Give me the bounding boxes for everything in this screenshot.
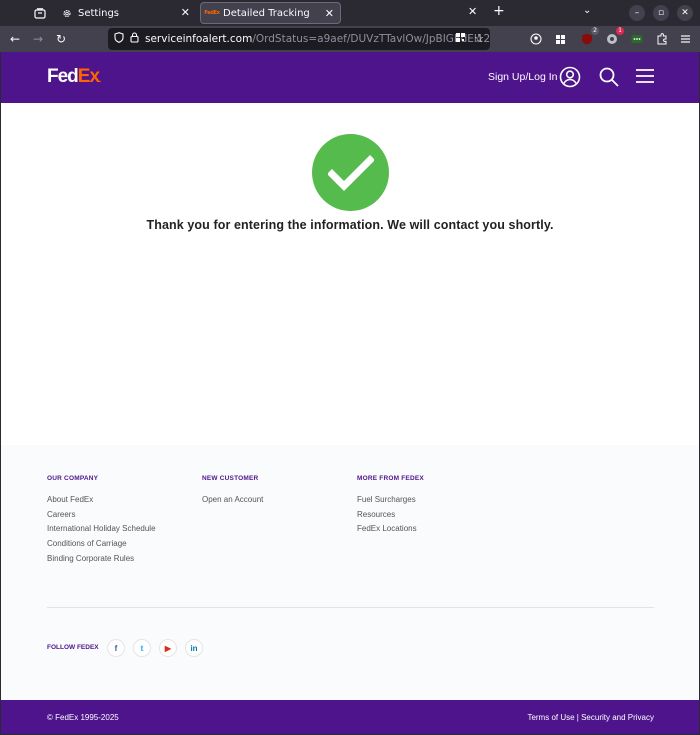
tab-label: Detailed Tracking: [223, 7, 310, 19]
footer-link-binding-rules[interactable]: Binding Corporate Rules: [47, 552, 156, 567]
site-header: FedEx. Sign Up/Log In: [1, 52, 699, 103]
signup-login-link[interactable]: Sign Up/Log In: [488, 71, 557, 83]
hamburger-menu-icon[interactable]: [636, 68, 654, 84]
logo-fed: Fed: [47, 66, 79, 87]
footer-column-our-company: OUR COMPANY About FedEx Careers Internat…: [47, 475, 156, 567]
reload-icon[interactable]: ↻: [56, 32, 66, 46]
footer-link-open-account[interactable]: Open an Account: [202, 493, 263, 508]
url-bar[interactable]: serviceinfoalert.com/OrdStatus=a9aef/DUV…: [108, 28, 490, 50]
fedex-favicon-icon: FedEx: [204, 10, 220, 16]
navigation-bar: ← → ↻ serviceinfoalert.com/OrdStatus=a9a…: [0, 26, 700, 52]
footer-heading: OUR COMPANY: [47, 475, 99, 482]
footer-link-fuel-surcharges[interactable]: Fuel Surcharges: [357, 493, 424, 508]
page-viewport: FedEx. Sign Up/Log In Thank you for ente…: [1, 52, 699, 734]
window-close-button[interactable]: ✕: [677, 5, 693, 21]
confirmation-message: Thank you for entering the information. …: [146, 218, 554, 232]
extension-badge: 1: [616, 27, 624, 35]
extension-badge: 2: [591, 27, 599, 35]
footer-link-locations[interactable]: FedEx Locations: [357, 522, 424, 537]
terms-privacy-links[interactable]: Terms of Use | Security and Privacy: [527, 713, 654, 722]
password-manager-icon[interactable]: [630, 32, 644, 46]
search-icon[interactable]: [598, 66, 620, 88]
footer-divider: [47, 607, 654, 608]
minimize-button[interactable]: –: [629, 5, 645, 21]
logo-dot: .: [99, 75, 101, 84]
back-arrow-icon[interactable]: ←: [10, 32, 20, 46]
url-host: serviceinfoalert.com: [145, 33, 253, 45]
logo-ex: Ex: [77, 66, 100, 87]
twitter-icon[interactable]: t: [133, 639, 151, 657]
footer-link-resources[interactable]: Resources: [357, 508, 424, 523]
footer-heading: MORE FROM FEDEX: [357, 475, 424, 482]
footer-link-careers[interactable]: Careers: [47, 508, 156, 523]
youtube-icon[interactable]: ▶: [159, 639, 177, 657]
new-tab-icon[interactable]: +: [493, 3, 505, 19]
gear-icon: [62, 8, 72, 18]
shield-icon[interactable]: [114, 32, 124, 46]
hamburger-menu-icon[interactable]: [678, 32, 692, 46]
close-tab-icon[interactable]: ✕: [325, 7, 334, 20]
puzzle-extensions-icon[interactable]: [655, 32, 669, 46]
tab-overview-icon[interactable]: [30, 4, 50, 22]
fedex-logo[interactable]: FedEx.: [47, 66, 102, 90]
extension-icon[interactable]: 1: [605, 27, 624, 46]
footer-column-more-from-fedex: MORE FROM FEDEX Fuel Surcharges Resource…: [357, 475, 424, 537]
footer-link-about[interactable]: About FedEx: [47, 493, 156, 508]
extensions-grid-icon[interactable]: [553, 32, 567, 46]
qr-code-icon[interactable]: [455, 32, 466, 46]
close-icon[interactable]: ✕: [468, 5, 477, 18]
success-checkmark-icon: [312, 134, 389, 211]
facebook-icon[interactable]: f: [107, 639, 125, 657]
ublock-shield-icon[interactable]: 2: [580, 27, 599, 46]
url-text: serviceinfoalert.com/OrdStatus=a9aef/DUV…: [145, 33, 490, 45]
footer-link-conditions[interactable]: Conditions of Carriage: [47, 537, 156, 552]
footer-link-holiday-schedule[interactable]: International Holiday Schedule: [47, 522, 156, 537]
footer-column-new-customer: NEW CUSTOMER Open an Account: [202, 475, 263, 508]
user-account-icon[interactable]: [559, 66, 581, 88]
maximize-button[interactable]: ▫: [653, 5, 669, 21]
bookmark-star-icon[interactable]: ☆: [474, 32, 484, 46]
legal-bar: © FedEx 1995-2025 Terms of Use | Securit…: [1, 700, 699, 734]
lock-icon[interactable]: [130, 32, 139, 46]
follow-fedex-label: FOLLOW FEDEX: [47, 644, 99, 651]
tab-settings[interactable]: Settings ✕: [56, 2, 196, 24]
account-icon[interactable]: [529, 32, 543, 46]
tab-bar: Settings ✕ FedEx Detailed Tracking ✕ ✕ +…: [0, 0, 700, 26]
tab-label: Settings: [78, 7, 120, 19]
forward-arrow-icon[interactable]: →: [33, 32, 43, 46]
site-footer: OUR COMPANY About FedEx Careers Internat…: [1, 445, 699, 700]
tab-detailed-tracking[interactable]: FedEx Detailed Tracking ✕: [200, 2, 341, 24]
copyright-text: © FedEx 1995-2025: [47, 713, 119, 722]
chevron-down-icon[interactable]: ⌄: [583, 5, 591, 16]
linkedin-icon[interactable]: in: [185, 639, 203, 657]
footer-heading: NEW CUSTOMER: [202, 475, 259, 482]
close-tab-icon[interactable]: ✕: [181, 6, 190, 19]
